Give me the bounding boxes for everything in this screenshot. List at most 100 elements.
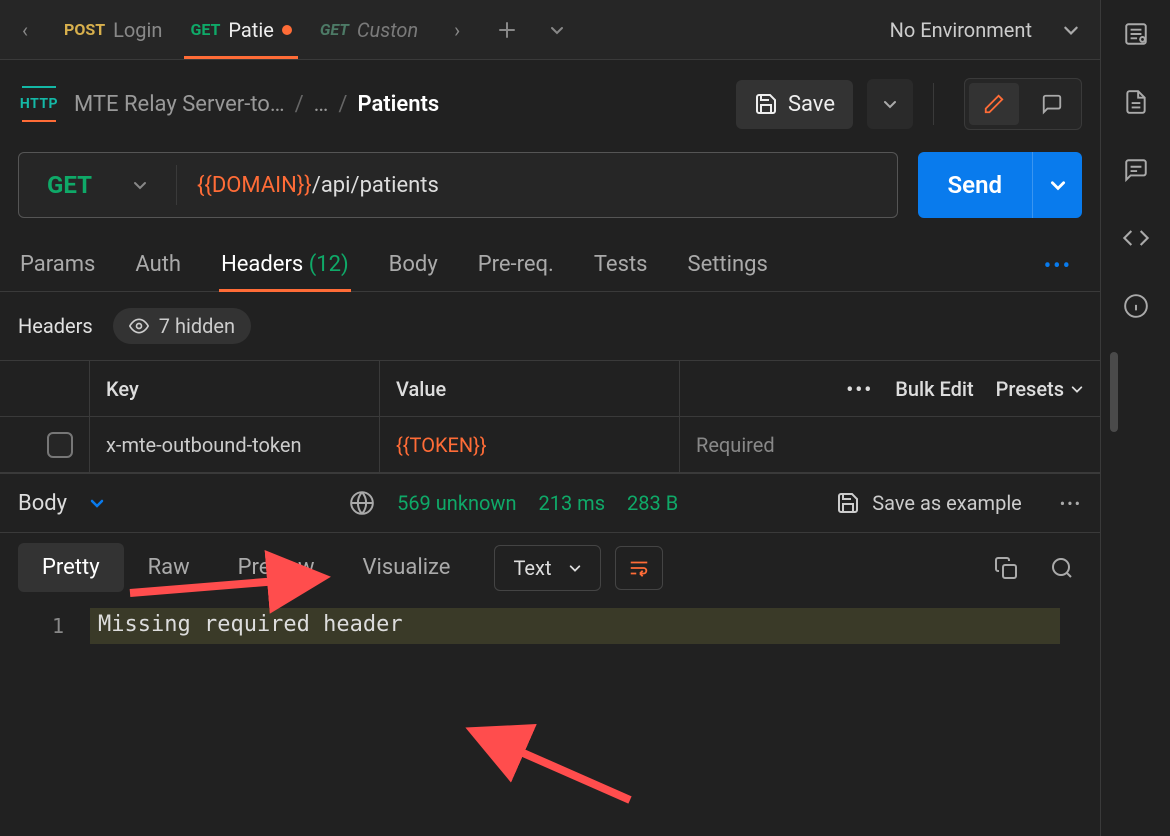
chevron-down-icon [132, 177, 148, 193]
headers-title: Headers [18, 314, 93, 338]
save-button[interactable]: Save [736, 80, 853, 129]
header-value-input[interactable]: {{TOKEN}} [380, 417, 680, 472]
breadcrumb-mid: … [314, 92, 329, 117]
response-text[interactable]: Missing required header [90, 608, 1060, 644]
top-tabs-bar: ‹ POST Login GET Patie GET Custon › No E… [0, 0, 1100, 60]
response-body-dropdown[interactable] [89, 495, 105, 511]
save-label: Save [788, 92, 835, 117]
method-selector[interactable]: GET [19, 171, 176, 199]
headers-count: (12) [309, 252, 349, 277]
tab-headers[interactable]: Headers (12) [219, 242, 351, 291]
new-tab-button[interactable] [482, 0, 532, 59]
annotation-arrow-icon [460, 720, 650, 810]
table-actions: ••• Bulk Edit Presets [680, 361, 1100, 416]
row-options-button[interactable]: ••• [846, 377, 873, 401]
info-icon[interactable] [1122, 292, 1150, 320]
body-tab-preview[interactable]: Preview [214, 543, 339, 592]
unsaved-dot-icon [282, 25, 292, 35]
url-input[interactable]: {{DOMAIN}}/api/patients [177, 173, 897, 198]
more-options-button[interactable]: ••• [1044, 254, 1082, 279]
header-key-input[interactable]: x-mte-outbound-token [90, 417, 380, 472]
tab-login[interactable]: POST Login [50, 0, 176, 59]
send-label: Send [918, 171, 1032, 199]
wrap-lines-button[interactable] [615, 546, 663, 590]
tab-title: Login [113, 18, 162, 42]
response-size: 283 B [627, 491, 678, 515]
chevron-down-icon [1062, 21, 1080, 39]
header-description-input[interactable]: Required [680, 417, 1100, 472]
url-row: GET {{DOMAIN}}/api/patients Send [0, 138, 1100, 232]
method-label: GET [320, 20, 349, 39]
copy-button[interactable] [986, 548, 1026, 588]
url-path: /api/patients [312, 173, 439, 198]
line-number: 1 [0, 608, 90, 644]
response-status-bar: Body 569 unknown 213 ms 283 B Save as ex… [0, 473, 1100, 533]
table-row: x-mte-outbound-token {{TOKEN}} Required [0, 417, 1100, 473]
search-button[interactable] [1042, 548, 1082, 588]
response-time: 213 ms [539, 491, 606, 515]
method-value: GET [47, 171, 92, 199]
headers-subheader: Headers 7 hidden [0, 292, 1100, 360]
row-checkbox[interactable] [47, 432, 73, 458]
tab-prereq[interactable]: Pre-req. [476, 242, 556, 291]
checkbox-column [0, 361, 90, 416]
edit-button[interactable] [969, 83, 1019, 125]
tab-auth[interactable]: Auth [133, 242, 183, 291]
row-checkbox-cell [0, 417, 90, 472]
hidden-headers-toggle[interactable]: 7 hidden [113, 308, 251, 344]
comment-button[interactable] [1027, 83, 1077, 125]
value-header: Value [380, 361, 680, 416]
headers-table: Key Value ••• Bulk Edit Presets x-mte-ou… [0, 360, 1100, 473]
tab-params[interactable]: Params [18, 242, 97, 291]
tabs-prev-button[interactable]: ‹ [0, 0, 50, 59]
tabs-menu-button[interactable] [532, 0, 582, 59]
http-icon: HTTP [18, 89, 60, 119]
method-label: GET [190, 20, 220, 39]
tab-tests[interactable]: Tests [592, 242, 650, 291]
environment-label: No Environment [890, 18, 1032, 42]
tab-patients[interactable]: GET Patie [176, 0, 305, 59]
body-view-tabs: Pretty Raw Preview Visualize Text [0, 533, 1100, 602]
tab-headers-label: Headers [221, 252, 303, 277]
code-icon[interactable] [1122, 224, 1150, 252]
env-quicklook-icon[interactable] [1122, 20, 1150, 48]
hidden-count: 7 hidden [159, 314, 235, 338]
breadcrumb-current: Patients [357, 92, 439, 117]
response-body-label: Body [18, 491, 67, 516]
request-header: HTTP MTE Relay Server-to… / … / Patients… [0, 60, 1100, 138]
breadcrumb-sep: / [295, 92, 304, 117]
tab-settings[interactable]: Settings [686, 242, 770, 291]
bulk-edit-button[interactable]: Bulk Edit [895, 377, 973, 401]
globe-icon[interactable] [349, 490, 375, 516]
body-tab-raw[interactable]: Raw [124, 543, 214, 592]
tab-body[interactable]: Body [387, 242, 440, 291]
save-as-example-button[interactable]: Save as example [836, 491, 1022, 515]
table-header-row: Key Value ••• Bulk Edit Presets [0, 361, 1100, 417]
tabs-next-button[interactable]: › [432, 0, 482, 59]
comments-icon[interactable] [1122, 156, 1150, 184]
action-group [964, 78, 1082, 130]
tab-custom[interactable]: GET Custon [306, 0, 432, 59]
tab-title: Custon [357, 18, 418, 42]
breadcrumb[interactable]: MTE Relay Server-to… / … / Patients [74, 92, 722, 117]
response-more-button[interactable]: ••• [1060, 494, 1082, 513]
send-dropdown[interactable] [1032, 152, 1082, 218]
breadcrumb-root: MTE Relay Server-to… [74, 92, 285, 117]
format-label: Text [513, 556, 551, 580]
scrollbar[interactable] [1110, 352, 1118, 432]
url-box: GET {{DOMAIN}}/api/patients [18, 152, 898, 218]
send-button[interactable]: Send [918, 152, 1082, 218]
format-selector[interactable]: Text [494, 545, 600, 591]
url-variable: {{DOMAIN}} [197, 173, 312, 198]
body-tab-visualize[interactable]: Visualize [339, 543, 475, 592]
key-header: Key [90, 361, 380, 416]
save-dropdown[interactable] [867, 79, 913, 129]
response-body: 1 Missing required header [0, 602, 1100, 650]
environment-selector[interactable]: No Environment [870, 0, 1100, 59]
presets-button[interactable]: Presets [996, 377, 1084, 401]
documentation-icon[interactable] [1122, 88, 1150, 116]
method-label: POST [64, 20, 105, 39]
breadcrumb-sep: / [338, 92, 347, 117]
status-code: 569 unknown [397, 491, 516, 515]
body-tab-pretty[interactable]: Pretty [18, 543, 124, 592]
